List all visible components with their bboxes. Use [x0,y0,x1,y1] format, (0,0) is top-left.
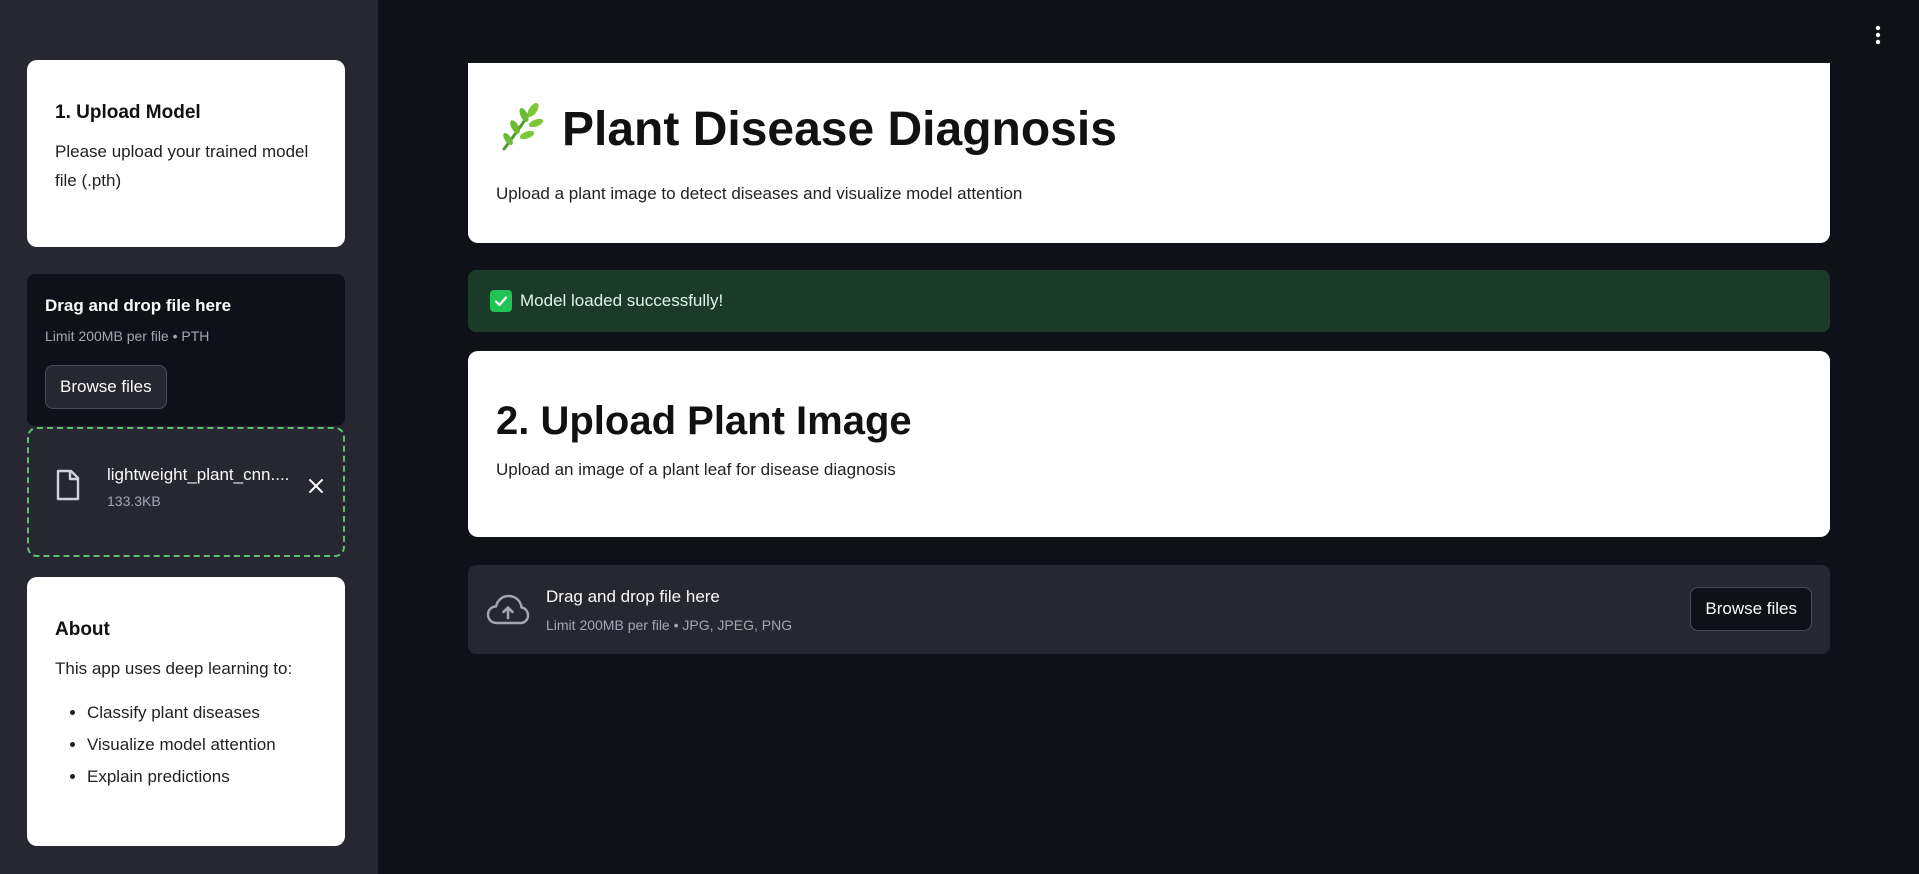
more-options-icon[interactable] [1868,22,1888,48]
herb-icon [496,101,544,158]
model-limit-text: Limit 200MB per file • PTH [45,328,210,344]
upload-model-card: 1. Upload Model Please upload your train… [27,60,345,247]
success-message: Model loaded successfully! [520,291,724,310]
upload-image-card: 2. Upload Plant Image Upload an image of… [468,351,1830,537]
check-icon [490,290,512,312]
model-browse-button[interactable]: Browse files [45,365,167,409]
section-title: 2. Upload Plant Image [496,399,912,443]
uploaded-file-item: lightweight_plant_cnn.... 133.3KB [27,427,345,557]
success-alert: Model loaded successfully! [468,270,1830,332]
sidebar: 1. Upload Model Please upload your train… [0,0,378,874]
remove-file-icon[interactable] [307,477,325,500]
image-limit-text: Limit 200MB per file • JPG, JPEG, PNG [546,617,793,633]
about-item: Classify plant diseases [87,697,317,729]
page-subtitle: Upload a plant image to detect diseases … [496,184,1023,203]
upload-model-description: Please upload your trained model file (.… [55,142,309,190]
upload-model-title: 1. Upload Model [55,102,201,123]
about-item: Explain predictions [87,761,317,793]
about-intro: This app uses deep learning to: [55,659,293,678]
model-file-uploader[interactable]: Drag and drop file here Limit 200MB per … [27,274,345,426]
image-browse-button[interactable]: Browse files [1690,587,1812,631]
about-card: About This app uses deep learning to: Cl… [27,577,345,846]
uploaded-file-size: 133.3KB [107,493,161,509]
file-icon [55,469,81,506]
page-title: Plant Disease Diagnosis [562,103,1117,156]
image-file-uploader[interactable]: Drag and drop file here Limit 200MB per … [468,565,1830,654]
model-drag-text: Drag and drop file here [45,296,232,315]
about-title: About [55,619,110,640]
section-description: Upload an image of a plant leaf for dise… [496,460,896,479]
image-drag-text: Drag and drop file here [546,587,720,606]
uploaded-file-name: lightweight_plant_cnn.... [107,465,290,484]
header-card: Plant Disease Diagnosis Upload a plant i… [468,63,1830,243]
cloud-upload-icon [486,593,530,632]
about-list: Classify plant diseases Visualize model … [55,697,317,793]
about-item: Visualize model attention [87,729,317,761]
